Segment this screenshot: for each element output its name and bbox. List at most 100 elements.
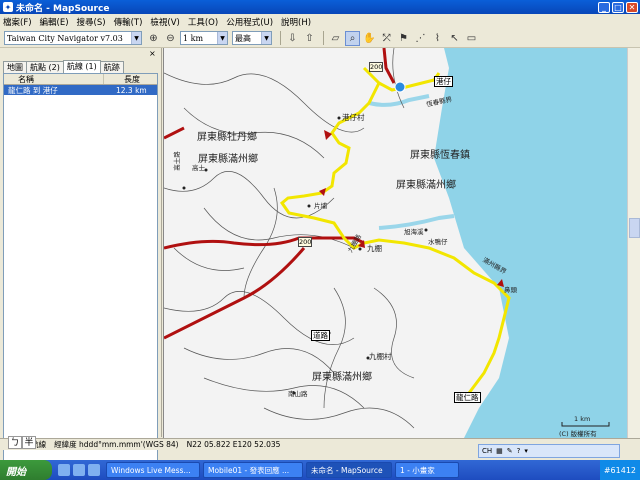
menu-help[interactable]: 說明(H): [281, 16, 311, 28]
map-label-hengchun: 屏東縣恆春鎮: [410, 150, 470, 161]
map-label-road-vertical: 高士路: [172, 151, 181, 171]
taskbar-item-mobile01[interactable]: Mobile01 - 發表回應 ...: [203, 462, 303, 478]
highway-shield: 200: [298, 237, 312, 247]
menu-utilities[interactable]: 公用程式(U): [226, 16, 273, 28]
map-vertical-scrollbar[interactable]: [627, 48, 640, 438]
map-label-bibi: 鼻頭: [504, 286, 517, 294]
data-pane: × 地圖 航點 (2) 航線 (1) 航跡 名稱 長度 龍仁路 到 港仔 12.…: [0, 48, 162, 480]
language-bar: CH ▦ ✎ ? ▾: [478, 444, 620, 458]
map-product-select[interactable]: Taiwan City Navigator v7.03 ▼: [4, 31, 142, 45]
roundabout-icon: [394, 81, 406, 93]
window-title: 未命名 - MapSource: [16, 3, 110, 14]
map-label-manzhou-south: 屏東縣滿州鄉: [312, 372, 372, 383]
route-length: 12.3 km: [116, 85, 147, 95]
menu-view[interactable]: 檢視(V): [150, 16, 179, 28]
toolbar-divider: [280, 31, 281, 45]
menu-transfer[interactable]: 傳輸(T): [114, 16, 143, 28]
mapsource-app-icon[interactable]: ✦: [3, 2, 13, 12]
quick-launch: [58, 464, 103, 476]
zoom-tool-icon[interactable]: ⌕: [345, 30, 360, 46]
toolbar-divider: [323, 31, 324, 45]
system-tray: #61412: [599, 460, 640, 480]
menu-search[interactable]: 搜尋(S): [77, 16, 106, 28]
status-coordinates: N22 05.822 E120 52.035: [186, 440, 281, 449]
title-bar: ✦ 未命名 - MapSource _ □ ✕: [0, 0, 640, 14]
pane-tabs: 地圖 航點 (2) 航線 (1) 航跡: [3, 60, 124, 73]
quick-launch-icon[interactable]: [58, 464, 70, 476]
status-position-format: 經緯度 hddd°mm.mmm'(WGS 84): [54, 440, 179, 449]
map-label-manzhou-east: 屏東縣滿州鄉: [396, 180, 456, 191]
menu-edit[interactable]: 編輯(E): [40, 16, 69, 28]
highway: [164, 126, 185, 140]
map-label-jiupeng: 九棚: [367, 244, 382, 253]
menu-tools[interactable]: 工具(O): [188, 16, 218, 28]
map-label-jiupengzai: 水鴨仔: [428, 238, 448, 246]
map-label-xuhai: 旭海溪: [404, 228, 424, 236]
measure-tool-icon[interactable]: ▭: [464, 31, 479, 46]
selection-tool-icon[interactable]: ⤱: [379, 31, 394, 46]
scrollbar-thumb[interactable]: [629, 218, 640, 238]
list-header: 名稱 長度: [4, 74, 157, 85]
map-canvas: [164, 48, 640, 438]
quick-launch-icon[interactable]: [73, 464, 85, 476]
hand-tool-icon[interactable]: ✋: [362, 31, 377, 46]
map-view[interactable]: 屏東縣牡丹鄉 屏東縣滿州鄉 屏東縣滿州鄉 屏東縣恆春鎮 屏東縣滿州鄉 港仔村 港…: [163, 48, 640, 438]
help-icon[interactable]: ?: [517, 447, 521, 455]
route-list: 名稱 長度 龍仁路 到 港仔 12.3 km: [3, 73, 158, 480]
detail-select[interactable]: 最高 ▼: [232, 31, 272, 45]
quick-launch-icon[interactable]: [88, 464, 100, 476]
language-indicator[interactable]: CH: [482, 447, 492, 455]
ime-mode-button[interactable]: ㄅ: [8, 436, 22, 449]
highway-shield: 200: [369, 62, 383, 72]
taskbar-item-mapsource[interactable]: 未命名 - MapSource: [306, 462, 392, 478]
map-label-pian: 片埔: [314, 202, 327, 210]
tab-maps[interactable]: 地圖: [3, 61, 27, 73]
map-label-longren: 龍仁路: [454, 392, 481, 403]
route-name: 龍仁路 到 港仔: [8, 85, 58, 95]
receive-from-device-icon[interactable]: ⇩: [285, 31, 300, 46]
map-label-manzhou-north: 屏東縣滿州鄉: [198, 154, 258, 165]
taskbar: 開始 Windows Live Mess... Mobile01 - 發表回應 …: [0, 460, 640, 480]
taskbar-item-messenger[interactable]: Windows Live Mess...: [106, 462, 200, 478]
pointer-tool-icon[interactable]: ↖: [447, 31, 462, 46]
highway: [164, 247, 306, 340]
send-to-device-icon[interactable]: ⇧: [302, 31, 317, 46]
map-tool-icon[interactable]: ▱: [328, 31, 343, 46]
toolbar: Taiwan City Navigator v7.03 ▼ ⊕ ⊖ 1 km ▼…: [0, 29, 640, 48]
ime-width-button[interactable]: 半: [22, 436, 36, 449]
map-label-gangzi: 港仔: [434, 76, 453, 87]
route-tool-icon[interactable]: ⋰: [413, 31, 428, 46]
sea-area: [434, 48, 640, 438]
map-copyright: (C) 版權所有: [559, 430, 597, 438]
map-label-gaoshi: 高士: [192, 164, 205, 172]
map-label-nanshan-road: 南山路: [288, 390, 308, 398]
keyboard-icon[interactable]: ▦: [496, 447, 503, 455]
track-tool-icon[interactable]: ⌇: [430, 31, 445, 46]
options-icon[interactable]: ▾: [524, 447, 528, 455]
column-header-name[interactable]: 名稱: [4, 74, 104, 84]
menu-bar: 檔案(F) 編輯(E) 搜尋(S) 傳輸(T) 檢視(V) 工具(O) 公用程式…: [0, 14, 640, 29]
route-arrow-icon: [324, 130, 332, 140]
start-button[interactable]: 開始: [0, 460, 52, 480]
tab-routes[interactable]: 航線 (1): [62, 60, 101, 73]
watermark-text: #61412: [603, 465, 636, 475]
ime-toolbar: ㄅ 半: [8, 436, 36, 449]
zoom-scale-select[interactable]: 1 km ▼: [180, 31, 228, 45]
zoom-out-icon[interactable]: ⊖: [163, 31, 178, 46]
minimize-button[interactable]: _: [598, 1, 610, 13]
list-item[interactable]: 龍仁路 到 港仔 12.3 km: [4, 85, 157, 95]
waypoint-tool-icon[interactable]: ⚑: [396, 31, 411, 46]
tab-tracks[interactable]: 航跡: [99, 61, 124, 73]
column-header-length[interactable]: 長度: [104, 74, 157, 84]
map-label-mudan: 屏東縣牡丹鄉: [197, 132, 257, 143]
close-icon[interactable]: ×: [149, 50, 157, 58]
chevron-down-icon: ▼: [217, 32, 227, 44]
maximize-button[interactable]: □: [612, 1, 624, 13]
map-scale-label: 1 km: [574, 415, 591, 423]
tab-waypoints[interactable]: 航點 (2): [26, 61, 64, 73]
taskbar-item-paint[interactable]: 1 - 小畫家: [395, 462, 459, 478]
pen-icon[interactable]: ✎: [507, 447, 513, 455]
zoom-in-icon[interactable]: ⊕: [146, 31, 161, 46]
menu-file[interactable]: 檔案(F): [3, 16, 32, 28]
close-button[interactable]: ✕: [626, 1, 638, 13]
